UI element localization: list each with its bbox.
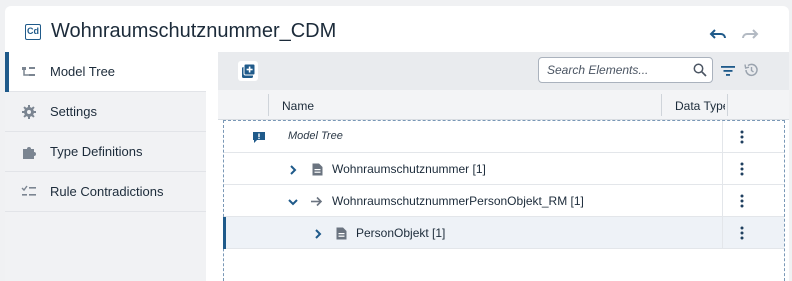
search-input[interactable] (547, 61, 685, 79)
filter-icon[interactable] (720, 63, 736, 79)
rule-list-icon (21, 184, 37, 200)
row-divider (722, 153, 723, 185)
tree-row-root[interactable]: Model Tree (224, 121, 784, 153)
redo-icon[interactable] (739, 25, 759, 43)
sidebar-item-label: Type Definitions (50, 144, 143, 159)
chevron-down-icon[interactable] (287, 195, 299, 207)
model-tree-badge-icon (252, 131, 266, 144)
row-divider (722, 121, 723, 153)
sidebar-item-rule-contradictions[interactable]: Rule Contradictions (5, 172, 206, 212)
sidebar-item-type-definitions[interactable]: Type Definitions (5, 132, 206, 172)
add-element-icon[interactable] (238, 61, 258, 81)
chevron-right-icon[interactable] (313, 227, 323, 239)
search-box (538, 57, 713, 83)
history-icon[interactable] (743, 62, 759, 78)
model-tree: Model Tree Wohnraumschutznummer [1] Wohn… (223, 120, 785, 281)
page-title: Wohnraumschutznummer_CDM (51, 20, 337, 42)
toolbar (218, 52, 789, 90)
table-header: Name Data Type (218, 90, 789, 120)
gear-icon (21, 104, 37, 120)
more-options-icon[interactable] (737, 161, 747, 177)
arrow-right-icon (310, 195, 323, 208)
column-divider[interactable] (727, 94, 728, 116)
sidebar-item-label: Settings (50, 104, 97, 119)
more-options-icon[interactable] (737, 193, 747, 209)
sidebar-item-label: Model Tree (50, 64, 116, 79)
column-header-name[interactable]: Name (282, 99, 314, 113)
sidebar-item-model-tree[interactable]: Model Tree (5, 52, 206, 92)
model-tree-icon (21, 64, 37, 80)
title-bar: Cd Wohnraumschutznummer_CDM (5, 6, 789, 52)
column-divider[interactable] (268, 94, 269, 116)
tree-row[interactable]: WohnraumschutznummerPersonObjekt_RM [1] (224, 185, 784, 217)
app-badge-icon: Cd (25, 24, 41, 40)
tree-node-label: Wohnraumschutznummer [1] (332, 162, 486, 176)
column-header-data-type[interactable]: Data Type (675, 99, 725, 113)
sidebar-item-settings[interactable]: Settings (5, 92, 206, 132)
row-divider (722, 185, 723, 217)
tree-node-label: PersonObjekt [1] (356, 226, 446, 240)
puzzle-icon (21, 144, 37, 160)
sidebar: Model Tree Settings Type Definitions Rul… (5, 52, 206, 281)
tree-node-label: WohnraumschutznummerPersonObjekt_RM [1] (332, 194, 584, 208)
column-divider[interactable] (661, 94, 662, 116)
sidebar-item-label: Rule Contradictions (50, 184, 164, 199)
more-options-icon[interactable] (737, 225, 747, 241)
document-icon (312, 163, 323, 176)
document-icon (336, 227, 347, 240)
undo-icon[interactable] (709, 25, 729, 43)
chevron-right-icon[interactable] (288, 163, 298, 175)
tree-row[interactable]: Wohnraumschutznummer [1] (224, 153, 784, 185)
search-icon[interactable] (693, 63, 707, 77)
app-window: Cd Wohnraumschutznummer_CDM Model Tree S… (5, 6, 789, 281)
more-options-icon[interactable] (737, 129, 747, 145)
selection-indicator (223, 217, 226, 249)
row-divider (722, 217, 723, 249)
tree-row-selected[interactable]: PersonObjekt [1] (223, 217, 784, 249)
tree-node-label: Model Tree (288, 130, 343, 142)
model-tree-panel: Name Data Type Model Tree (218, 52, 789, 281)
active-indicator (5, 52, 9, 92)
